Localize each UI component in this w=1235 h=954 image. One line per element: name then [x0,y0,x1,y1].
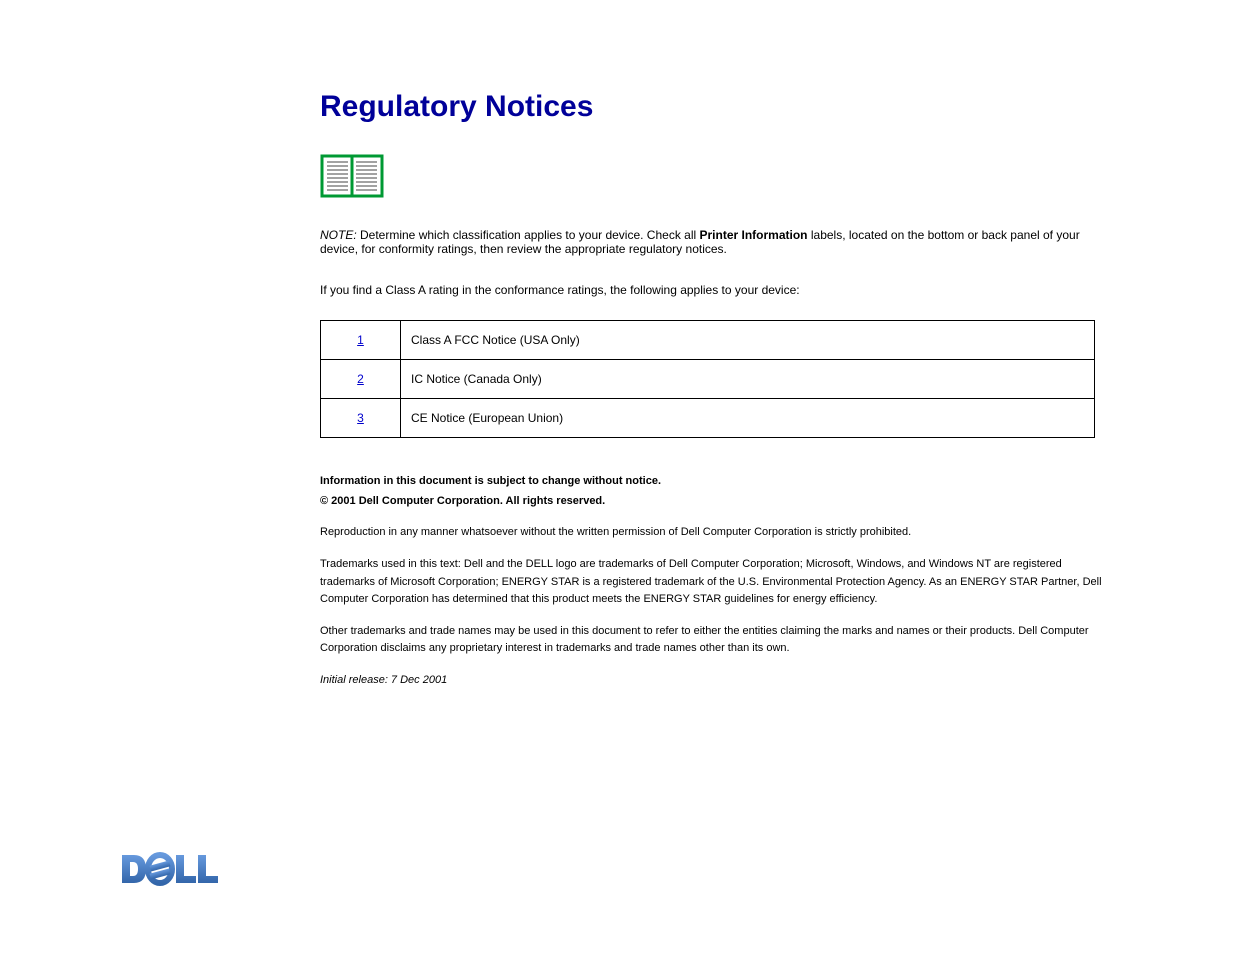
table-cell-num: 2 [321,360,401,399]
note-bold: Printer Information [700,228,808,242]
table-cell-text: CE Notice (European Union) [401,399,1095,438]
dell-logo [120,851,220,892]
table-cell-text: Class A FCC Notice (USA Only) [401,321,1095,360]
copyright-block: Information in this document is subject … [320,473,1115,689]
body-text: If you find a Class A rating in the conf… [320,281,1115,300]
copyright-release: Initial release: 7 Dec 2001 [320,672,1115,690]
table-row: 2 IC Notice (Canada Only) [321,360,1095,399]
regulatory-link-3[interactable]: 3 [357,411,364,425]
table-cell-num: 3 [321,399,401,438]
copyright-info-line: Information in this document is subject … [320,473,1115,491]
copyright-trademarks: Trademarks used in this text: Dell and t… [320,556,1115,609]
page-title: Regulatory Notices [320,90,1115,124]
note-prefix: NOTE: [320,228,357,242]
regulatory-table: 1 Class A FCC Notice (USA Only) 2 IC Not… [320,320,1095,438]
note-text: NOTE: Determine which classification app… [320,228,1115,256]
book-icon [320,154,1115,203]
regulatory-link-2[interactable]: 2 [357,372,364,386]
table-cell-num: 1 [321,321,401,360]
copyright-reproduction: Reproduction in any manner whatsoever wi… [320,524,1115,542]
table-row: 1 Class A FCC Notice (USA Only) [321,321,1095,360]
copyright-other-trademarks: Other trademarks and trade names may be … [320,623,1115,658]
copyright-cc-line: © 2001 Dell Computer Corporation. All ri… [320,493,1115,511]
table-row: 3 CE Notice (European Union) [321,399,1095,438]
table-cell-text: IC Notice (Canada Only) [401,360,1095,399]
note-body-before: Determine which classification applies t… [357,228,700,242]
regulatory-link-1[interactable]: 1 [357,333,364,347]
copyright-trademarks-text: Trademarks used in this text: Dell and t… [320,558,1102,605]
